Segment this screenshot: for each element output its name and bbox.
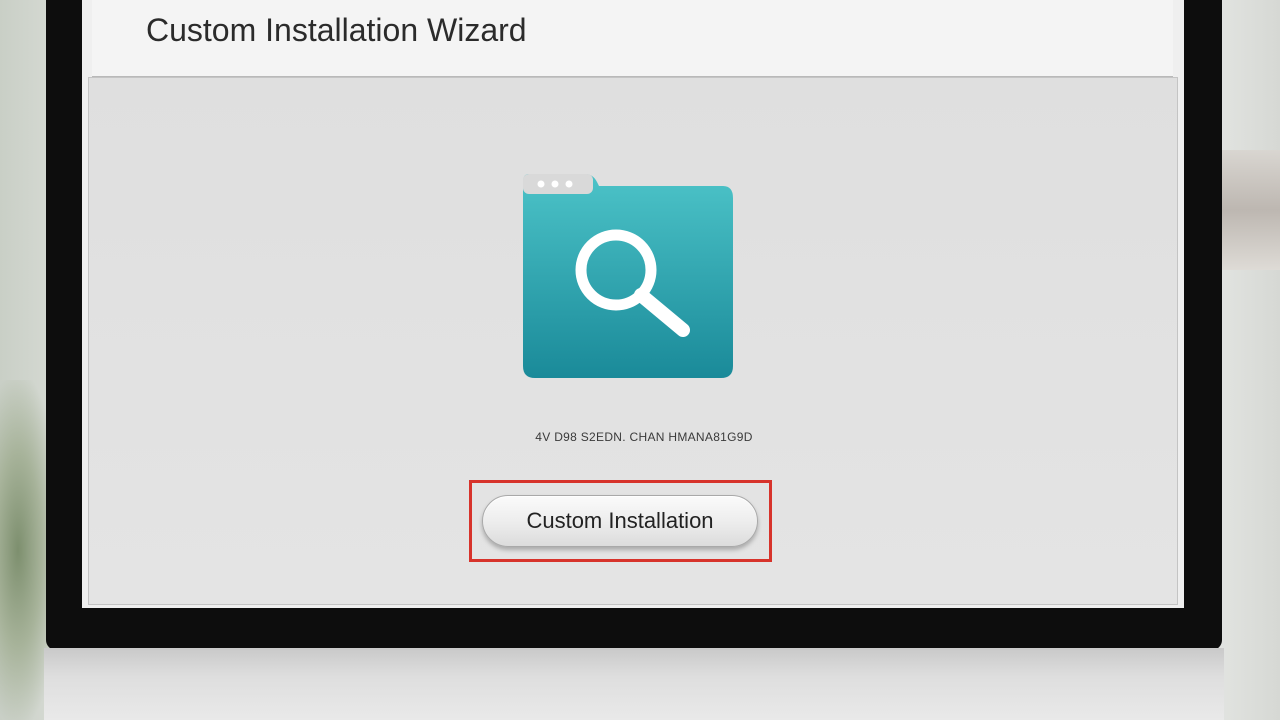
monitor-chin [44,648,1224,720]
background-shelf [1220,150,1280,270]
custom-installation-button[interactable]: Custom Installation [482,495,758,547]
window-title: Custom Installation Wizard [146,12,527,48]
title-bar: Custom Installation Wizard [92,0,1173,77]
status-text: 4V D98 S2EDN. CHAN HMANA81G9D [535,430,753,444]
folder-search-icon [523,174,733,378]
